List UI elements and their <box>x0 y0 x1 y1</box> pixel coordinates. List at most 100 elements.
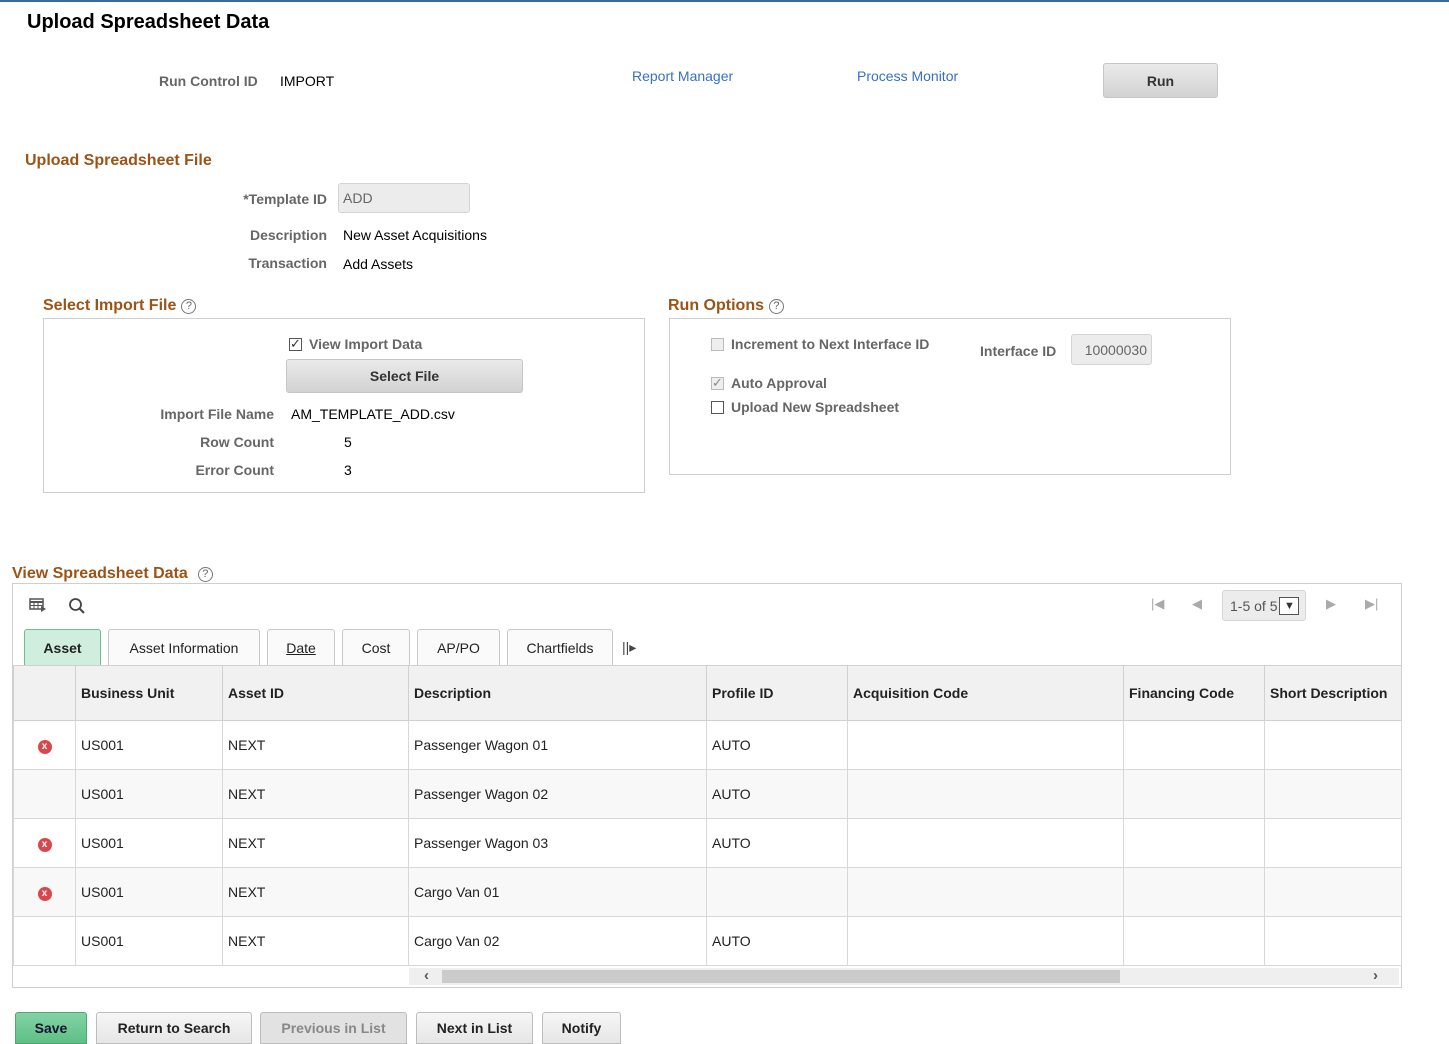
import-file-name-value: AM_TEMPLATE_ADD.csv <box>291 406 455 422</box>
chevron-down-icon[interactable]: ▼ <box>1279 596 1300 615</box>
cell-short-description <box>1264 916 1402 966</box>
column-header-financing-code[interactable]: Financing Code <box>1123 665 1265 721</box>
process-monitor-link[interactable]: Process Monitor <box>857 68 958 84</box>
page-title: Upload Spreadsheet Data <box>27 11 270 33</box>
notify-button[interactable]: Notify <box>542 1012 621 1044</box>
table-row: x US001 NEXT Cargo Van 01 <box>13 867 1402 917</box>
cell-profile-id: AUTO <box>706 916 848 966</box>
next-in-list-button[interactable]: Next in List <box>416 1012 533 1044</box>
cell-description: Passenger Wagon 02 <box>408 769 707 819</box>
cell-business-unit: US001 <box>75 818 223 868</box>
upload-new-spreadsheet-row[interactable]: Upload New Spreadsheet <box>711 399 899 415</box>
help-icon[interactable]: ? <box>768 298 784 314</box>
row-status-cell: x <box>13 867 76 917</box>
tab-chartfields[interactable]: Chartfields <box>507 629 613 665</box>
view-import-data-checkbox-row[interactable]: ✓ View Import Data <box>289 336 422 352</box>
table-row: US001 NEXT Passenger Wagon 02 AUTO <box>13 769 1402 819</box>
column-header-short-description[interactable]: Short Description <box>1264 665 1402 721</box>
column-header-description[interactable]: Description <box>408 665 707 721</box>
run-options-title: Run Options <box>668 297 764 314</box>
previous-in-list-button[interactable]: Previous in List <box>260 1012 407 1044</box>
error-count-label: Error Count <box>195 462 274 478</box>
scroll-right-icon[interactable]: › <box>1373 967 1378 984</box>
cell-business-unit: US001 <box>75 916 223 966</box>
row-status-cell: x <box>13 720 76 770</box>
cell-asset-id: NEXT <box>222 769 409 819</box>
increment-interface-id-label: Increment to Next Interface ID <box>731 336 930 352</box>
save-button[interactable]: Save <box>15 1012 87 1044</box>
increment-interface-id-row[interactable]: Increment to Next Interface ID <box>711 336 929 352</box>
column-header-profile-id[interactable]: Profile ID <box>706 665 848 721</box>
interface-id-label: Interface ID <box>980 343 1057 359</box>
upload-spreadsheet-file-heading: Upload Spreadsheet File <box>25 152 212 169</box>
scroll-left-icon[interactable]: ‹ <box>424 967 429 984</box>
column-header-asset-id[interactable]: Asset ID <box>222 665 409 721</box>
cell-short-description <box>1264 818 1402 868</box>
next-page-icon[interactable]: ▶ <box>1326 596 1336 612</box>
personalize-grid-icon[interactable] <box>29 597 47 618</box>
tab-cost[interactable]: Cost <box>342 629 410 665</box>
help-icon[interactable]: ? <box>181 298 197 314</box>
previous-page-icon[interactable]: ◀ <box>1192 596 1202 612</box>
run-options-heading: Run Options ? <box>668 297 784 315</box>
return-to-search-button[interactable]: Return to Search <box>96 1012 252 1044</box>
checkmark-icon: ✓ <box>712 374 723 390</box>
scrollbar-thumb[interactable] <box>442 970 1120 983</box>
help-icon[interactable]: ? <box>197 566 213 582</box>
transaction-value: Add Assets <box>343 256 414 272</box>
view-spreadsheet-data-title: View Spreadsheet Data <box>12 565 188 582</box>
row-range-select[interactable]: 1-5 of 5 ▼ <box>1222 590 1306 621</box>
spreadsheet-table: Business Unit Asset ID Description Profi… <box>13 665 1402 966</box>
table-row: x US001 NEXT Passenger Wagon 03 AUTO <box>13 818 1402 868</box>
row-range-text: 1-5 of 5 <box>1230 597 1278 614</box>
cell-short-description <box>1264 720 1402 770</box>
view-spreadsheet-data-heading: View Spreadsheet Data ? <box>12 565 213 583</box>
error-icon[interactable]: x <box>37 739 52 754</box>
tab-date[interactable]: Date <box>267 629 335 665</box>
last-page-icon[interactable]: ▶| <box>1365 596 1378 612</box>
column-header-acquisition-code[interactable]: Acquisition Code <box>847 665 1124 721</box>
interface-id-field[interactable]: 10000030 <box>1071 334 1152 365</box>
checkmark-icon: ✓ <box>290 335 301 351</box>
cell-acquisition-code <box>847 818 1124 868</box>
description-label: Description <box>249 227 327 243</box>
report-manager-link[interactable]: Report Manager <box>632 68 733 84</box>
first-page-icon[interactable]: |◀ <box>1151 596 1164 612</box>
cell-description: Cargo Van 01 <box>408 867 707 917</box>
cell-acquisition-code <box>847 769 1124 819</box>
auto-approval-row[interactable]: ✓ Auto Approval <box>711 375 827 391</box>
template-id-field[interactable]: ADD <box>338 183 470 213</box>
row-count-value: 5 <box>344 434 352 450</box>
cell-acquisition-code <box>847 720 1124 770</box>
cell-financing-code <box>1123 720 1265 770</box>
row-status-cell <box>13 769 76 819</box>
error-icon[interactable]: x <box>37 886 52 901</box>
tab-asset[interactable]: Asset <box>24 629 101 665</box>
cell-financing-code <box>1123 818 1265 868</box>
cell-profile-id: AUTO <box>706 720 848 770</box>
select-file-button[interactable]: Select File <box>286 359 523 393</box>
row-status-cell: x <box>13 818 76 868</box>
cell-financing-code <box>1123 916 1265 966</box>
column-header-business-unit[interactable]: Business Unit <box>75 665 223 721</box>
tab-ap-po[interactable]: AP/PO <box>417 629 500 665</box>
horizontal-scrollbar[interactable]: ‹ › <box>409 967 1399 985</box>
view-import-data-checkbox[interactable]: ✓ <box>289 335 302 351</box>
run-button[interactable]: Run <box>1103 63 1218 98</box>
show-all-columns-icon[interactable]: ||▸ <box>622 639 636 656</box>
cell-profile-id <box>706 867 848 917</box>
auto-approval-label: Auto Approval <box>731 375 827 391</box>
error-icon[interactable]: x <box>37 837 52 852</box>
search-icon[interactable] <box>68 597 86 620</box>
tab-asset-information[interactable]: Asset Information <box>108 629 260 665</box>
upload-new-spreadsheet-checkbox[interactable] <box>711 400 724 414</box>
cell-financing-code <box>1123 769 1265 819</box>
column-header-status <box>13 665 76 721</box>
transaction-label: Transaction <box>248 255 327 271</box>
cell-profile-id: AUTO <box>706 769 848 819</box>
auto-approval-checkbox[interactable]: ✓ <box>711 374 724 390</box>
cell-asset-id: NEXT <box>222 720 409 770</box>
table-row: US001 NEXT Cargo Van 02 AUTO <box>13 916 1402 966</box>
increment-interface-id-checkbox[interactable] <box>711 337 724 351</box>
upload-new-spreadsheet-label: Upload New Spreadsheet <box>731 399 900 415</box>
